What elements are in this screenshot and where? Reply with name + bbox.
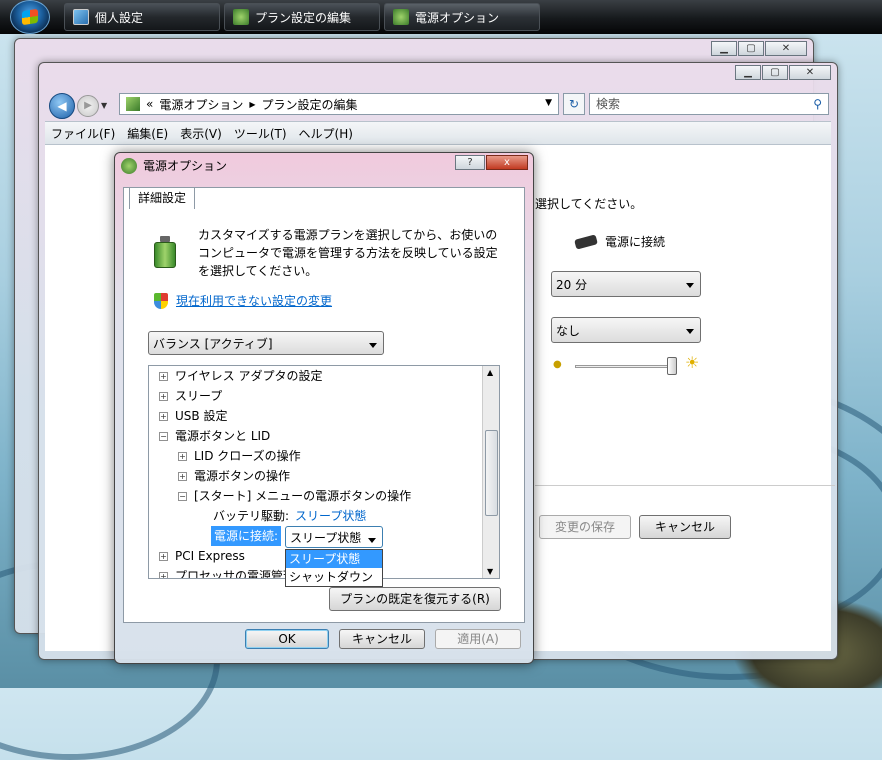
expand-icon[interactable]: + (178, 451, 187, 461)
search-input[interactable]: 検索 ⚲ (589, 93, 829, 115)
breadcrumb-separator-icon: ▶ (249, 99, 256, 109)
slider-thumb[interactable] (667, 357, 677, 375)
battery-value-link[interactable]: スリープ状態 (295, 506, 366, 526)
divider (535, 485, 835, 486)
dropdown-option-sleep[interactable]: スリープ状態 (286, 550, 382, 568)
plugged-in-dropdown-list: スリープ状態 シャットダウン (285, 549, 383, 587)
expand-icon[interactable]: + (159, 551, 168, 561)
sleep-select[interactable]: なし (551, 317, 701, 343)
taskbar: 個人設定 プラン設定の編集 電源オプション (0, 0, 882, 34)
refresh-button[interactable]: ↻ (563, 93, 585, 115)
plugged-in-action-select[interactable]: スリープ状態 (285, 526, 383, 548)
address-bar[interactable]: « 電源オプション ▶ プラン設定の編集 ▼ (119, 93, 559, 115)
brightness-slider[interactable]: ● ☀ (553, 353, 703, 379)
settings-tree: + ワイヤレス アダプタの設定 + スリープ + USB 設定 − 電源ボタンと… (148, 365, 500, 579)
tree-item-plugged-in[interactable]: 電源に接続: (211, 526, 287, 546)
arrow-left-icon: ◀ (57, 99, 67, 113)
refresh-icon: ↻ (568, 97, 580, 111)
close-button[interactable]: x (486, 155, 528, 170)
ok-button[interactable]: OK (245, 629, 329, 649)
column-header-plugged-in: 電源に接続 (574, 233, 665, 250)
shield-icon (154, 292, 168, 309)
battery-plug-icon (148, 234, 182, 268)
taskbar-button-power-options[interactable]: 電源オプション (384, 3, 540, 31)
slider-track (575, 365, 673, 368)
taskbar-button-edit-plan[interactable]: プラン設定の編集 (224, 3, 380, 31)
expand-icon[interactable]: + (159, 411, 168, 421)
change-settings-link-row: 現在利用できない設定の変更 (154, 292, 332, 309)
tree-item-start-menu-power-button[interactable]: − [スタート] メニューの電源ボタンの操作 (178, 486, 411, 506)
display-off-select[interactable]: 20 分 (551, 271, 701, 297)
intro-text: 選択してください。 (535, 197, 643, 211)
tree-item-power-buttons-lid[interactable]: − 電源ボタンと LID (159, 426, 270, 446)
tree-item-power-button[interactable]: + 電源ボタンの操作 (178, 466, 290, 486)
tree-item-pci-express[interactable]: + PCI Express (159, 546, 245, 566)
close-button[interactable]: ✕ (765, 41, 807, 56)
expand-icon[interactable]: + (178, 471, 187, 481)
minimize-button[interactable]: ▁ (711, 41, 737, 56)
recent-pages-dropdown[interactable]: ▼ (101, 101, 111, 111)
collapse-icon[interactable]: − (178, 491, 187, 501)
collapse-icon[interactable]: − (159, 431, 168, 441)
dialog-cancel-button[interactable]: キャンセル (339, 629, 425, 649)
menu-help[interactable]: ヘルプ(H) (299, 125, 353, 142)
menu-view[interactable]: 表示(V) (180, 125, 222, 142)
plan-select[interactable]: バランス [アクティブ] (148, 331, 384, 355)
tree-scrollbar[interactable]: ▲ ▼ (482, 366, 499, 578)
search-icon[interactable]: ⚲ (813, 94, 822, 114)
arrow-right-icon: ▶ (84, 100, 92, 111)
power-options-icon (121, 157, 137, 174)
help-button[interactable]: ? (455, 155, 485, 170)
tree-item-on-battery[interactable]: バッテリ駆動: スリープ状態 (213, 506, 366, 526)
cancel-button[interactable]: キャンセル (639, 515, 731, 539)
power-plug-icon (574, 233, 598, 250)
taskbar-button-personalize[interactable]: 個人設定 (64, 3, 220, 31)
tree-item-usb[interactable]: + USB 設定 (159, 406, 227, 426)
restore-plan-defaults-button[interactable]: プランの既定を復元する(R) (329, 587, 501, 611)
brightness-high-icon: ☀ (685, 353, 700, 372)
scroll-down-icon[interactable]: ▼ (487, 567, 493, 576)
tree-item-wireless[interactable]: + ワイヤレス アダプタの設定 (159, 366, 322, 386)
close-button[interactable]: ✕ (789, 65, 831, 80)
expand-icon[interactable]: + (159, 571, 168, 578)
minimize-button[interactable]: ▁ (735, 65, 761, 80)
menu-file[interactable]: ファイル(F) (51, 125, 115, 142)
dialog-description: カスタマイズする電源プランを選択してから、お使いのコンピュータで電源を管理する方… (198, 228, 498, 278)
scroll-thumb[interactable] (485, 430, 498, 516)
dialog-titlebar: 電源オプション (121, 157, 227, 174)
start-button[interactable] (10, 0, 50, 34)
address-dropdown-icon[interactable]: ▼ (545, 98, 552, 108)
tree-item-sleep[interactable]: + スリープ (159, 386, 222, 406)
menu-tools[interactable]: ツール(T) (234, 125, 287, 142)
power-plug-icon (233, 9, 249, 25)
expand-icon[interactable]: + (159, 371, 168, 381)
control-panel-icon (126, 97, 140, 111)
forward-button[interactable]: ▶ (77, 95, 99, 117)
menu-edit[interactable]: 編集(E) (127, 125, 168, 142)
power-plug-icon (393, 9, 409, 25)
save-changes-button[interactable]: 変更の保存 (539, 515, 631, 539)
maximize-button[interactable]: ▢ (738, 41, 764, 56)
breadcrumb-edit-plan[interactable]: プラン設定の編集 (262, 96, 358, 113)
breadcrumb-power-options[interactable]: 電源オプション (159, 96, 243, 113)
tree-item-processor[interactable]: + プロセッサの電源管理 (159, 566, 295, 578)
apply-button[interactable]: 適用(A) (435, 629, 521, 649)
dropdown-option-shutdown[interactable]: シャットダウン (286, 568, 382, 586)
tree-item-lid-close[interactable]: + LID クローズの操作 (178, 446, 301, 466)
display-icon (73, 9, 89, 25)
change-unavailable-settings-link[interactable]: 現在利用できない設定の変更 (176, 292, 332, 309)
brightness-low-icon: ● (553, 359, 562, 370)
back-button[interactable]: ◀ (49, 93, 75, 119)
tab-advanced-settings[interactable]: 詳細設定 (129, 187, 195, 209)
menu-bar: ファイル(F) 編集(E) 表示(V) ツール(T) ヘルプ(H) (45, 121, 831, 145)
power-options-dialog: 電源オプション ? x カスタマイズする電源プランを選択してから、お使いのコンピ… (114, 152, 534, 664)
scroll-up-icon[interactable]: ▲ (487, 368, 493, 377)
maximize-button[interactable]: ▢ (762, 65, 788, 80)
expand-icon[interactable]: + (159, 391, 168, 401)
